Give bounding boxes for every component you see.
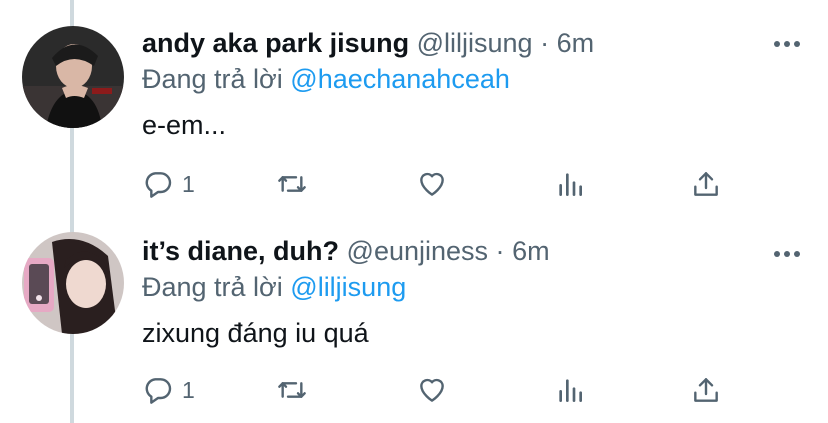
timestamp[interactable]: 6m: [512, 236, 550, 266]
retweet-icon: [278, 382, 306, 398]
replying-to-link[interactable]: @liljisung: [290, 272, 406, 302]
analytics-icon: [559, 379, 582, 402]
retweet-button[interactable]: [276, 370, 308, 410]
reply-count: 1: [182, 170, 195, 197]
timestamp[interactable]: 6m: [557, 28, 595, 58]
tweet-header: andy aka park jisung @liljisung · 6m: [142, 26, 594, 60]
replying-to: Đang trả lời @haechanahceah: [142, 62, 510, 96]
reply-button[interactable]: 1: [142, 164, 195, 204]
action-bar: 1: [142, 370, 742, 410]
more-icon[interactable]: [774, 40, 800, 48]
handle[interactable]: @eunjiness: [347, 236, 489, 266]
like-icon: [420, 172, 444, 196]
avatar[interactable]: [22, 232, 124, 334]
retweet-button[interactable]: [276, 164, 308, 204]
more-icon[interactable]: [774, 250, 800, 258]
replying-to-link[interactable]: @haechanahceah: [290, 64, 510, 94]
share-button[interactable]: [690, 164, 722, 204]
share-icon: [694, 378, 718, 402]
like-button[interactable]: [416, 164, 448, 204]
like-button[interactable]: [416, 370, 448, 410]
display-name[interactable]: andy aka park jisung: [142, 28, 409, 58]
share-button[interactable]: [690, 370, 722, 410]
reply-icon: [145, 378, 172, 404]
separator: ·: [495, 236, 505, 266]
reply-count: 1: [182, 376, 195, 403]
replying-to-label: Đang trả lời: [142, 272, 283, 302]
separator: ·: [540, 28, 550, 58]
action-bar: 1: [142, 164, 742, 204]
reply-icon: [145, 172, 172, 198]
analytics-button[interactable]: [554, 370, 586, 410]
handle[interactable]: @liljisung: [417, 28, 533, 58]
replying-to-label: Đang trả lời: [142, 64, 283, 94]
like-icon: [420, 378, 444, 402]
share-icon: [694, 172, 718, 196]
analytics-button[interactable]: [554, 164, 586, 204]
retweet-icon: [278, 176, 306, 192]
avatar[interactable]: [22, 26, 124, 128]
tweet-text: zixung đáng iu quá: [142, 318, 369, 348]
tweet-header: it’s diane, duh? @eunjiness · 6m: [142, 234, 550, 268]
analytics-icon: [559, 173, 582, 196]
replying-to: Đang trả lời @liljisung: [142, 270, 406, 304]
reply-button[interactable]: 1: [142, 370, 195, 410]
tweet-text: e-em...: [142, 110, 227, 140]
display-name[interactable]: it’s diane, duh?: [142, 236, 339, 266]
